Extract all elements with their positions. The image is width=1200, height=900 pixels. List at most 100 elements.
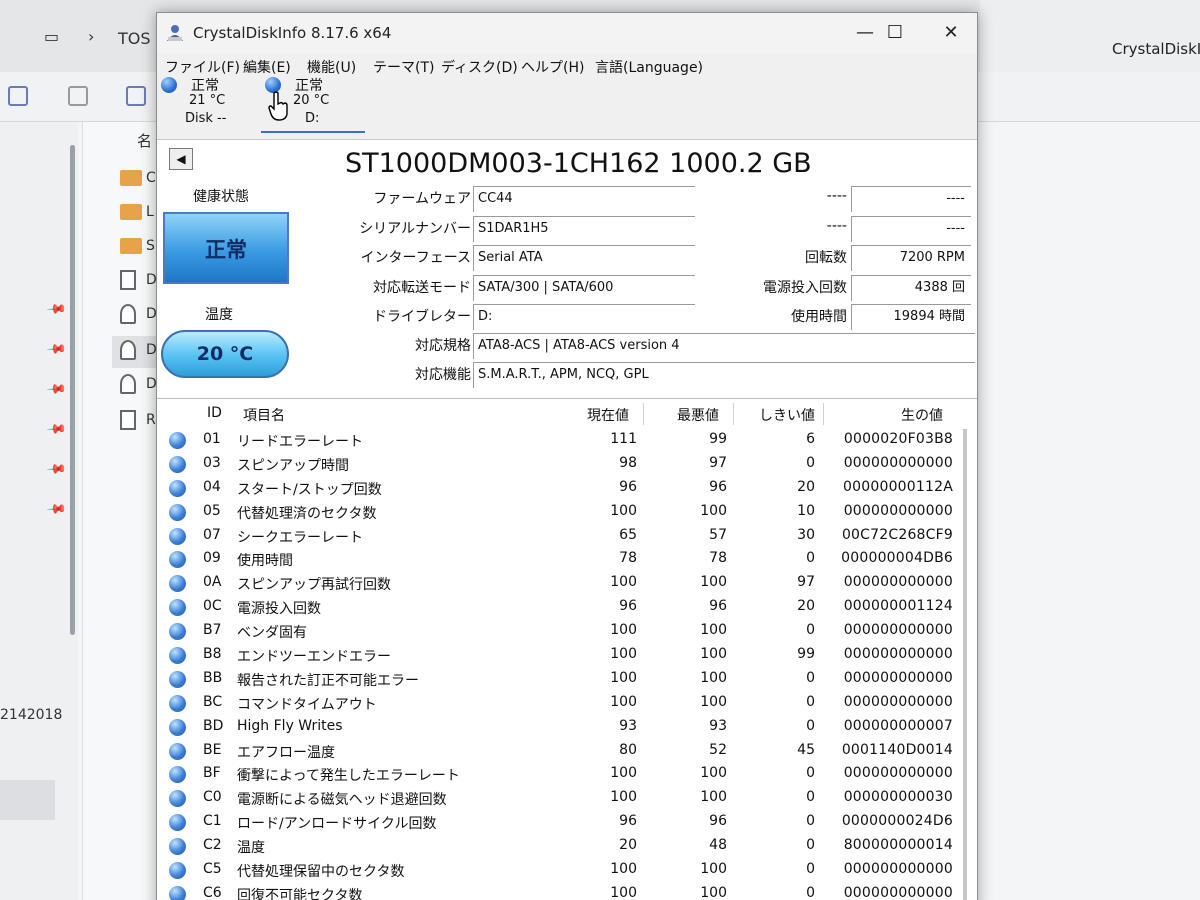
column-header-threshold[interactable]: しきい値 [759, 405, 815, 425]
menu-language[interactable]: 言語(Language) [595, 57, 703, 77]
table-row[interactable]: BB 報告された訂正不可能エラー 100 100 0 000000000000 [157, 668, 977, 692]
attribute-current-value: 100 [610, 789, 637, 806]
attribute-current-value: 96 [619, 813, 637, 830]
column-divider[interactable] [733, 403, 734, 425]
list-item-label[interactable]: R [146, 412, 156, 428]
column-header-raw[interactable]: 生の値 [901, 405, 943, 425]
standard-value: ATA8-ACS | ATA8-ACS version 4 [473, 333, 975, 359]
rename-icon[interactable] [126, 86, 146, 106]
attribute-status-icon [169, 838, 186, 856]
maximize-button[interactable]: ☐ [875, 19, 915, 47]
column-header-name[interactable]: 項目名 [243, 405, 285, 425]
table-row[interactable]: 0A スピンアップ再試行回数 100 100 97 000000000000 [157, 572, 977, 596]
table-row[interactable]: 09 使用時間 78 78 0 000000004DB6 [157, 548, 977, 572]
column-header-current[interactable]: 現在値 [587, 405, 629, 425]
table-row[interactable]: 07 シークエラーレート 65 57 30 00C72C268CF9 [157, 525, 977, 549]
list-item-label[interactable]: L [146, 204, 154, 220]
attribute-status-icon [169, 742, 186, 760]
health-status-badge[interactable]: 正常 [163, 212, 289, 284]
table-row[interactable]: 0C 電源投入回数 96 96 20 000000001124 [157, 596, 977, 620]
app-icon[interactable] [120, 340, 136, 360]
column-header-id[interactable]: ID [207, 405, 222, 421]
list-item-label[interactable]: C [146, 170, 156, 186]
table-row[interactable]: C0 電源断による磁気ヘッド退避回数 100 100 0 000000000030 [157, 787, 977, 811]
table-row[interactable]: 04 スタート/ストップ回数 96 96 20 00000000112A [157, 477, 977, 501]
attribute-current-value: 100 [610, 502, 637, 519]
menu-theme[interactable]: テーマ(T) [373, 57, 434, 77]
folder-icon[interactable] [120, 170, 142, 186]
attribute-worst-value: 100 [700, 693, 727, 710]
attribute-id: C1 [203, 813, 222, 830]
smart-attributes-table[interactable]: ID 項目名 現在値 最悪値 しきい値 生の値 01 リードエラーレート 111 99… [157, 398, 977, 900]
attribute-threshold: 0 [806, 837, 815, 854]
explorer-right-title-area [980, 0, 1200, 72]
drive-tab-disk[interactable]: 正常 21 °C Disk -- [159, 75, 257, 135]
attribute-worst-value: 100 [700, 622, 727, 639]
table-row[interactable]: BD High Fly Writes 93 93 0 000000000007 [157, 716, 977, 740]
table-row[interactable]: C1 ロード/アンロードサイクル回数 96 96 0 0000000024D6 [157, 811, 977, 835]
paste-icon[interactable] [68, 86, 88, 106]
attribute-raw-value: 0000000024D6 [841, 813, 953, 830]
table-row[interactable]: B7 ベンダ固有 100 100 0 000000000000 [157, 620, 977, 644]
menu-function[interactable]: 機能(U) [307, 57, 356, 77]
close-button[interactable]: ✕ [931, 19, 971, 47]
attribute-status-icon [169, 503, 186, 521]
title-bar[interactable]: CrystalDiskInfo 8.17.6 x64 — ☐ ✕ [157, 13, 977, 53]
table-row[interactable]: BF 衝撃によって発生したエラーレート 100 100 0 000000000000 [157, 763, 977, 787]
menu-disk[interactable]: ディスク(D) [441, 57, 518, 77]
attribute-status-icon [169, 647, 186, 665]
sidebar-selected-item[interactable] [0, 780, 55, 820]
attribute-status-icon [169, 766, 186, 784]
attribute-id: C0 [203, 789, 222, 806]
file-icon[interactable] [120, 270, 136, 290]
table-row[interactable]: B8 エンドツーエンドエラー 100 100 99 000000000000 [157, 644, 977, 668]
attribute-current-value: 100 [610, 693, 637, 710]
name-column-header[interactable]: 名 [137, 130, 152, 151]
sidebar-scrollbar[interactable] [70, 145, 75, 635]
temperature-badge[interactable]: 20 °C [161, 330, 289, 378]
menu-edit[interactable]: 編集(E) [243, 57, 291, 77]
attribute-current-value: 93 [619, 717, 637, 734]
table-row[interactable]: C2 温度 20 48 0 800000000014 [157, 835, 977, 859]
breadcrumb-location[interactable]: TOS [118, 29, 151, 48]
attribute-id: 07 [203, 526, 221, 543]
attribute-raw-value: 00C72C268CF9 [841, 526, 953, 543]
attribute-id: BB [203, 669, 223, 686]
health-status-label: 健康状態 [193, 189, 249, 205]
crystaldiskinfo-window: CrystalDiskInfo 8.17.6 x64 — ☐ ✕ ファイル(F)… [156, 12, 978, 900]
column-divider[interactable] [643, 403, 644, 425]
unused-value: ---- [851, 186, 971, 212]
attribute-name: 温度 [237, 840, 265, 857]
table-row[interactable]: C5 代替処理保留中のセクタ数 100 100 0 000000000000 [157, 859, 977, 883]
column-divider[interactable] [823, 403, 824, 425]
table-row[interactable]: 01 リードエラーレート 111 99 6 0000020F03B8 [157, 429, 977, 453]
attribute-current-value: 100 [610, 861, 637, 878]
app-icon[interactable] [120, 304, 136, 324]
features-label: 対応機能 [415, 367, 471, 383]
app-icon[interactable] [120, 374, 136, 394]
rotation-rate-label: 回転数 [805, 250, 847, 266]
attribute-threshold: 0 [806, 717, 815, 734]
list-item-label[interactable]: S [146, 238, 155, 254]
attribute-name: スピンアップ再試行回数 [237, 577, 391, 594]
table-row[interactable]: BE エアフロー温度 80 52 45 0001140D0014 [157, 740, 977, 764]
attribute-status-icon [169, 479, 186, 497]
table-scrollbar[interactable] [963, 429, 967, 900]
monitor-icon[interactable]: ▭ [44, 27, 59, 46]
disk-model-title: ST1000DM003-1CH162 1000.2 GB [345, 148, 812, 179]
attribute-raw-value: 000000000000 [843, 765, 953, 782]
table-row[interactable]: C6 回復不可能セクタ数 100 100 0 000000000000 [157, 883, 977, 900]
previous-disk-button[interactable]: ◀ [169, 148, 193, 170]
folder-icon[interactable] [120, 238, 142, 254]
attribute-status-icon [169, 455, 186, 473]
table-row[interactable]: BC コマンドタイムアウト 100 100 0 000000000000 [157, 692, 977, 716]
table-row[interactable]: 05 代替処理済のセクタ数 100 100 10 000000000000 [157, 501, 977, 525]
table-row[interactable]: 03 スピンアップ時間 98 97 0 000000000000 [157, 453, 977, 477]
menu-file[interactable]: ファイル(F) [165, 57, 240, 77]
menu-help[interactable]: ヘルプ(H) [521, 57, 584, 77]
interface-label: インターフェース [360, 250, 471, 266]
copy-icon[interactable] [8, 86, 28, 106]
column-header-worst[interactable]: 最悪値 [677, 405, 719, 425]
document-icon[interactable] [120, 410, 136, 430]
folder-icon[interactable] [120, 204, 142, 220]
